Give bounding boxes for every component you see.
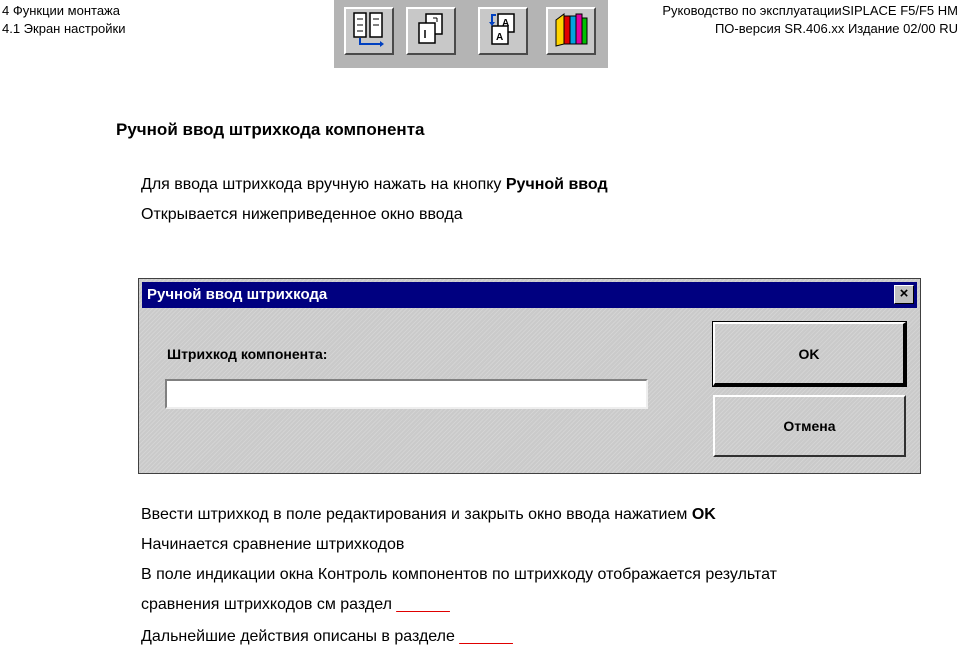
header-left: 4 Функции монтажа 4.1 Экран настройки xyxy=(2,2,126,38)
body-line-5: Дальнейшие действия описаны в разделе __… xyxy=(141,628,513,646)
version-label: ПО-версия SR.406.xx Издание 02/00 RU xyxy=(714,21,958,36)
subchapter-label: 4.1 Экран настройки xyxy=(2,21,126,36)
copy-pages-icon xyxy=(416,12,446,51)
intro-line-2: Открывается нижеприведенное окно ввода xyxy=(141,206,463,223)
manual-barcode-dialog: Ручной ввод штрихкода × Штрихкод компоне… xyxy=(138,278,921,474)
body-line-2: Начинается сравнение штрихкодов xyxy=(141,536,405,553)
dialog-titlebar: Ручной ввод штрихкода × xyxy=(142,282,917,308)
body-line-3: В поле индикации окна Контроль компонент… xyxy=(141,566,778,583)
section-title: Ручной ввод штрихкода компонента xyxy=(116,120,425,139)
document-transfer-button[interactable]: A A xyxy=(478,7,528,55)
barcode-input[interactable] xyxy=(165,379,648,409)
close-icon[interactable]: × xyxy=(894,285,914,304)
ok-button[interactable]: OK xyxy=(712,321,907,387)
section-reference-link[interactable]: ______ xyxy=(396,596,449,613)
body-text-5: Дальнейшие действия описаны в разделе xyxy=(141,628,460,645)
body-line-4: сравнения штрихкодов см раздел ______ xyxy=(141,596,450,614)
intro-text: Для ввода штрихкода вручную нажать на кн… xyxy=(141,176,506,193)
panel-layout-button[interactable] xyxy=(344,7,394,55)
books-icon xyxy=(552,10,590,53)
manual-input-term: Ручной ввод xyxy=(505,176,608,193)
books-button[interactable] xyxy=(546,7,596,55)
manual-title: Руководство по эксплуатацииSIPLACE F5/F5… xyxy=(662,3,958,18)
section-reference-link-2[interactable]: ______ xyxy=(459,628,512,645)
copy-pages-button[interactable] xyxy=(406,7,456,55)
body-text-4: сравнения штрихкодов см раздел xyxy=(141,596,397,613)
document-transfer-icon: A A xyxy=(486,11,520,52)
ok-term: OK xyxy=(691,506,716,523)
body-text-1: Ввести штрихкод в поле редактирования и … xyxy=(141,506,692,523)
toolbar: A A xyxy=(334,0,608,68)
svg-text:A: A xyxy=(496,32,503,43)
svg-text:A: A xyxy=(502,18,509,29)
chapter-label: 4 Функции монтажа xyxy=(2,3,120,18)
header-right: Руководство по эксплуатацииSIPLACE F5/F5… xyxy=(662,2,958,38)
body-line-1: Ввести штрихкод в поле редактирования и … xyxy=(141,506,716,524)
panel-layout-icon xyxy=(352,11,386,52)
dialog-title: Ручной ввод штрихкода xyxy=(147,286,328,303)
cancel-button[interactable]: Отмена xyxy=(713,395,906,457)
intro-line-1: Для ввода штрихкода вручную нажать на кн… xyxy=(141,176,608,194)
barcode-field-label: Штрихкод компонента: xyxy=(167,346,328,362)
